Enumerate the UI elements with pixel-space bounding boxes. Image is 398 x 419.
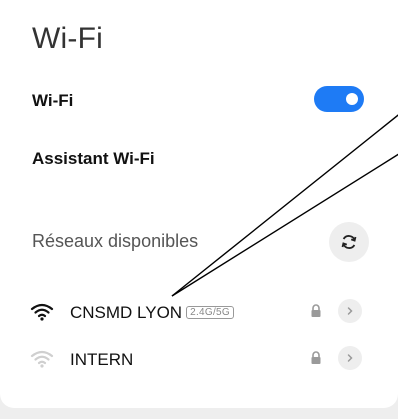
available-networks-label: Réseaux disponibles <box>32 231 199 251</box>
wifi-signal-weak-icon <box>30 350 54 368</box>
refresh-button[interactable] <box>329 222 369 262</box>
network-item-cnsmd-lyon[interactable]: CNSMD LYON 2.4G/5G <box>0 296 398 330</box>
lock-icon <box>311 351 321 364</box>
lock-icon <box>311 304 321 317</box>
network-details-button[interactable] <box>338 346 362 370</box>
network-item-intern[interactable]: INTERN <box>0 343 398 377</box>
wifi-signal-full-icon <box>30 303 54 321</box>
wifi-toggle[interactable] <box>314 86 364 112</box>
wifi-toggle-label: Wi-Fi <box>32 91 74 110</box>
wifi-settings-panel: Wi-Fi Wi-Fi Assistant Wi-Fi Réseaux disp… <box>0 0 398 408</box>
page-title: Wi-Fi <box>32 22 103 55</box>
toggle-knob <box>346 93 358 105</box>
network-name: CNSMD LYON <box>70 303 183 322</box>
wifi-assistant-item[interactable]: Assistant Wi-Fi <box>32 149 155 169</box>
network-details-button[interactable] <box>338 299 362 323</box>
band-badge: 2.4G/5G <box>186 306 234 319</box>
chevron-right-icon <box>347 307 353 315</box>
network-name: INTERN <box>70 350 134 369</box>
chevron-right-icon <box>347 354 353 362</box>
refresh-icon <box>341 235 357 249</box>
